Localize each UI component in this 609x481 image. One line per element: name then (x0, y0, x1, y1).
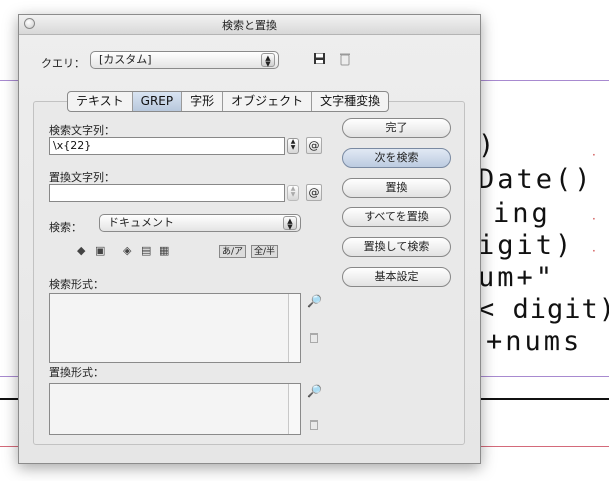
locked-layers-icon[interactable]: ◆ (77, 244, 85, 257)
search-scope-value: ドキュメント (108, 216, 174, 229)
tab-grep[interactable]: GREP (132, 92, 183, 111)
trash-icon (310, 333, 318, 343)
doc-text-line-5: um+" (478, 262, 556, 293)
doc-text-line-2: Date() (478, 164, 594, 195)
save-icon (314, 53, 325, 64)
change-format-label: 置換形式： (49, 366, 104, 379)
kana-sensitive-toggle[interactable]: あ/ア (219, 245, 247, 258)
find-what-history[interactable]: ▲ ▼ (287, 138, 299, 154)
query-label: クエリ： (41, 57, 85, 70)
clear-change-format-icon[interactable] (309, 419, 319, 433)
search-label: 検索： (49, 221, 82, 234)
change-special-chars-button[interactable]: @ (306, 184, 322, 201)
change-to-input[interactable] (49, 184, 285, 202)
doc-text-line-4: igit) (478, 230, 575, 261)
doc-text-line-7: +nums (486, 326, 583, 357)
find-what-input[interactable]: \x{22} (49, 137, 285, 155)
dialog-title: 検索と置換 (222, 19, 277, 32)
specify-find-format-icon[interactable]: 🔎 (307, 294, 322, 308)
tab-text[interactable]: テキスト (68, 92, 133, 111)
fewer-options-button[interactable]: 基本設定 (342, 267, 451, 287)
width-sensitive-toggle[interactable]: 全/半 (251, 245, 279, 258)
change-find-button[interactable]: 置換して検索 (342, 237, 451, 257)
master-pages-icon[interactable]: ▤ (141, 244, 151, 257)
find-next-button[interactable]: 次を検索 (342, 148, 451, 168)
find-special-chars-button[interactable]: @ (306, 137, 322, 154)
locked-stories-icon[interactable]: ▣ (95, 244, 105, 257)
hidden-layers-icon[interactable]: ◈ (123, 244, 131, 257)
find-format-label: 検索形式： (49, 278, 104, 291)
query-select[interactable]: [カスタム] ▲ ▼ (90, 51, 279, 69)
find-what-label: 検索文字列： (49, 124, 115, 137)
delete-query-button[interactable] (339, 52, 351, 69)
doc-space-marker: · (592, 212, 596, 226)
specify-change-format-icon[interactable]: 🔎 (307, 384, 322, 398)
doc-text-line-3: ing (493, 198, 551, 229)
trash-icon (340, 53, 350, 66)
tab-bar: テキスト GREP 字形 オブジェクト 文字種変換 (67, 91, 390, 112)
done-button[interactable]: 完了 (342, 118, 451, 138)
change-format-box[interactable] (49, 383, 301, 435)
change-to-label: 置換文字列： (49, 171, 115, 184)
change-button[interactable]: 置換 (342, 178, 451, 198)
search-scope-select[interactable]: ドキュメント ▲ ▼ (99, 214, 301, 232)
tab-transliterate[interactable]: 文字種変換 (312, 92, 388, 111)
find-change-dialog: 検索と置換 クエリ： [カスタム] ▲ ▼ テキスト GREP 字形 オブジェクト… (18, 14, 481, 464)
change-all-button[interactable]: すべてを置換 (342, 207, 451, 227)
trash-icon (310, 420, 318, 430)
tab-object[interactable]: オブジェクト (223, 92, 313, 111)
dialog-titlebar[interactable]: 検索と置換 (19, 15, 480, 35)
doc-space-marker: · (592, 148, 596, 162)
clear-find-format-icon[interactable] (309, 332, 319, 346)
tab-glyph[interactable]: 字形 (182, 92, 224, 111)
change-format-scrollbar[interactable] (288, 384, 300, 434)
find-format-box[interactable] (49, 293, 301, 363)
find-format-scrollbar[interactable] (288, 294, 300, 362)
footnotes-icon[interactable]: ▦ (159, 244, 169, 257)
doc-space-marker: · (592, 244, 596, 258)
doc-text-line-6: < digit) (478, 294, 609, 325)
save-query-button[interactable] (313, 52, 326, 68)
chevron-updown-icon: ▲ ▼ (261, 53, 275, 68)
query-select-value: [カスタム] (99, 53, 152, 66)
change-to-history[interactable]: ▲ ▼ (287, 185, 299, 201)
doc-text-line-1: ) (478, 130, 517, 161)
chevron-updown-icon: ▲ ▼ (283, 216, 297, 231)
